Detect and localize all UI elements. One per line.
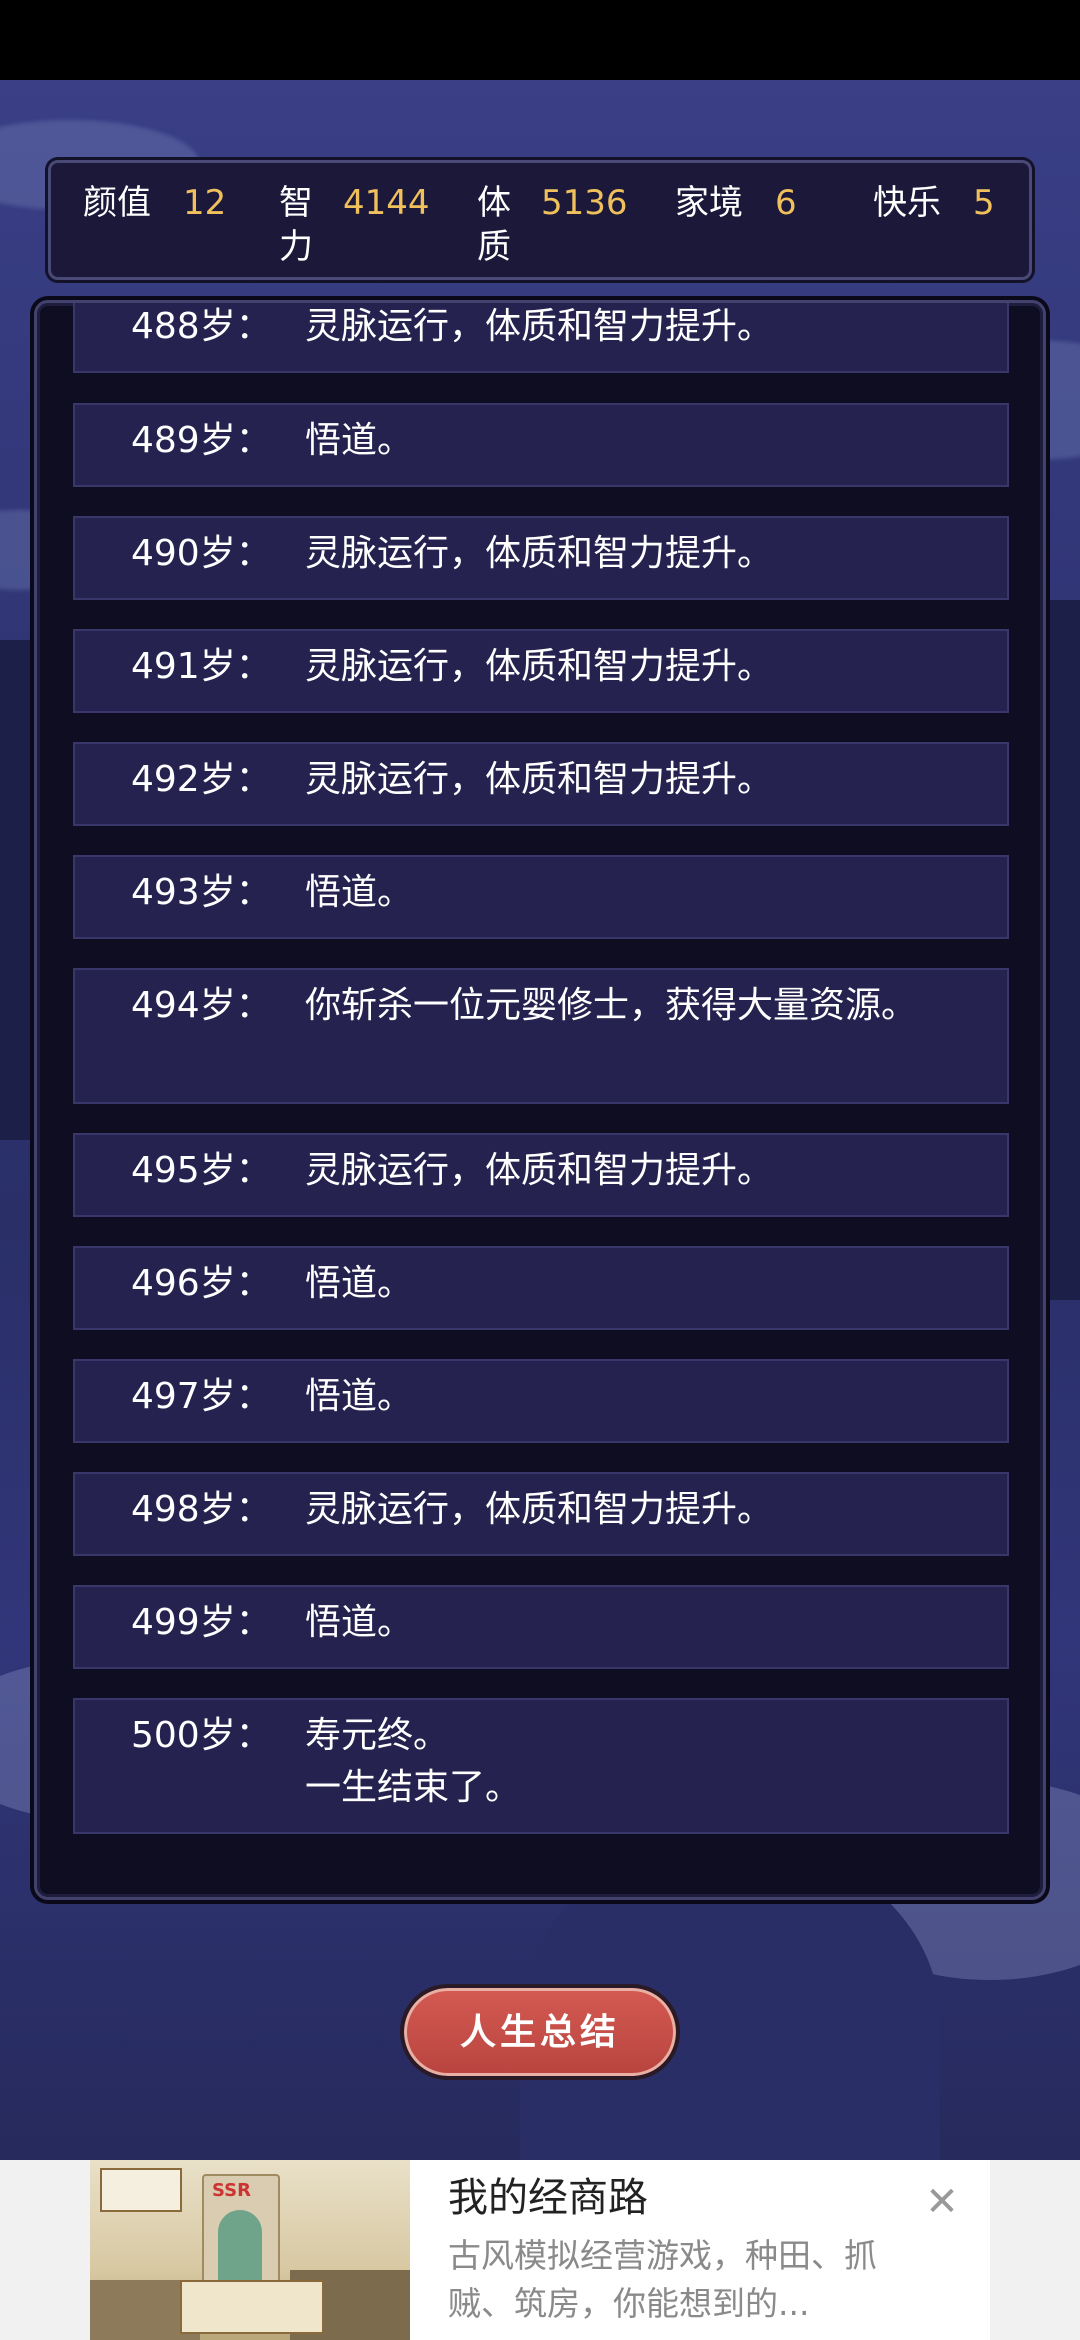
log-item: 499岁： 悟道。 [73,1585,1009,1669]
log-item: 489岁： 悟道。 [73,403,1009,487]
log-item: 498岁： 灵脉运行，体质和智力提升。 [73,1472,1009,1556]
log-age: 498岁： [131,1489,272,1530]
ad-image-sign [100,2168,182,2212]
log-age: 495岁： [131,1150,272,1191]
stat-label: 体质 [477,183,511,267]
ad-image-dialog [180,2280,324,2334]
log-age: 500岁： [131,1715,272,1756]
log-item: 494岁： 你斩杀一位元婴修士，获得大量资源。 [73,968,1009,1104]
log-text: 悟道。 [305,872,414,913]
ad-banner[interactable]: SSR 我的经商路 古风模拟经营游戏，种田、抓贼、筑房，你能想到的... ✕ [0,2160,1080,2340]
log-text: 灵脉运行，体质和智力提升。 [305,1489,774,1530]
ad-card[interactable]: SSR 我的经商路 古风模拟经营游戏，种田、抓贼、筑房，你能想到的... ✕ [90,2160,990,2340]
ad-image-badge: SSR [212,2180,251,2201]
life-summary-button[interactable]: 人生总结 [400,1984,680,2080]
ad-description[interactable]: 古风模拟经营游戏，种田、抓贼、筑房，你能想到的... [448,2232,888,2328]
ad-image[interactable]: SSR [90,2160,410,2340]
life-log-panel[interactable]: 488岁： 灵脉运行，体质和智力提升。 489岁： 悟道。 490岁： 灵脉运行… [34,300,1046,1900]
log-text: 灵脉运行，体质和智力提升。 [305,646,774,687]
log-age: 489岁： [131,420,272,461]
log-age: 492岁： [131,759,272,800]
log-text: 寿元终。 一生结束了。 [305,1715,522,1808]
log-age: 491岁： [131,646,272,687]
log-item: 497岁： 悟道。 [73,1359,1009,1443]
log-item: 500岁： 寿元终。 一生结束了。 [73,1698,1009,1834]
log-age: 497岁： [131,1376,272,1417]
stat-label: 家境 [675,183,743,223]
stat-value: 5 [973,183,995,223]
log-text: 悟道。 [305,420,414,461]
log-age: 488岁： [131,306,272,347]
stat-value: 5136 [541,183,628,223]
log-text: 悟道。 [305,1263,414,1304]
log-item: 495岁： 灵脉运行，体质和智力提升。 [73,1133,1009,1217]
log-text: 你斩杀一位元婴修士，获得大量资源。 [305,985,918,1026]
log-age: 499岁： [131,1602,272,1643]
log-item: 492岁： 灵脉运行，体质和智力提升。 [73,742,1009,826]
log-age: 496岁： [131,1263,272,1304]
stat-label: 快乐 [873,183,941,223]
stat-value: 6 [775,183,797,223]
status-bar [0,0,1080,80]
stats-bar: 颜值 12 智力 4144 体质 5136 家境 6 快乐 5 [48,160,1032,280]
log-age: 494岁： [131,985,272,1026]
log-age: 490岁： [131,533,272,574]
stat-label: 颜值 [83,183,151,223]
log-text: 悟道。 [305,1376,414,1417]
stat-value: 4144 [343,183,430,223]
log-item: 493岁： 悟道。 [73,855,1009,939]
log-text: 灵脉运行，体质和智力提升。 [305,533,774,574]
log-item: 488岁： 灵脉运行，体质和智力提升。 [73,303,1009,373]
ad-title[interactable]: 我的经商路 [448,2168,648,2228]
stat-label: 智力 [279,183,313,267]
close-icon[interactable]: ✕ [920,2180,964,2224]
log-text: 悟道。 [305,1602,414,1643]
log-item: 496岁： 悟道。 [73,1246,1009,1330]
log-item: 490岁： 灵脉运行，体质和智力提升。 [73,516,1009,600]
log-text: 灵脉运行，体质和智力提升。 [305,1150,774,1191]
log-text: 灵脉运行，体质和智力提升。 [305,759,774,800]
log-age: 493岁： [131,872,272,913]
stat-value: 12 [183,183,227,223]
log-item: 491岁： 灵脉运行，体质和智力提升。 [73,629,1009,713]
log-text: 灵脉运行，体质和智力提升。 [305,306,774,347]
